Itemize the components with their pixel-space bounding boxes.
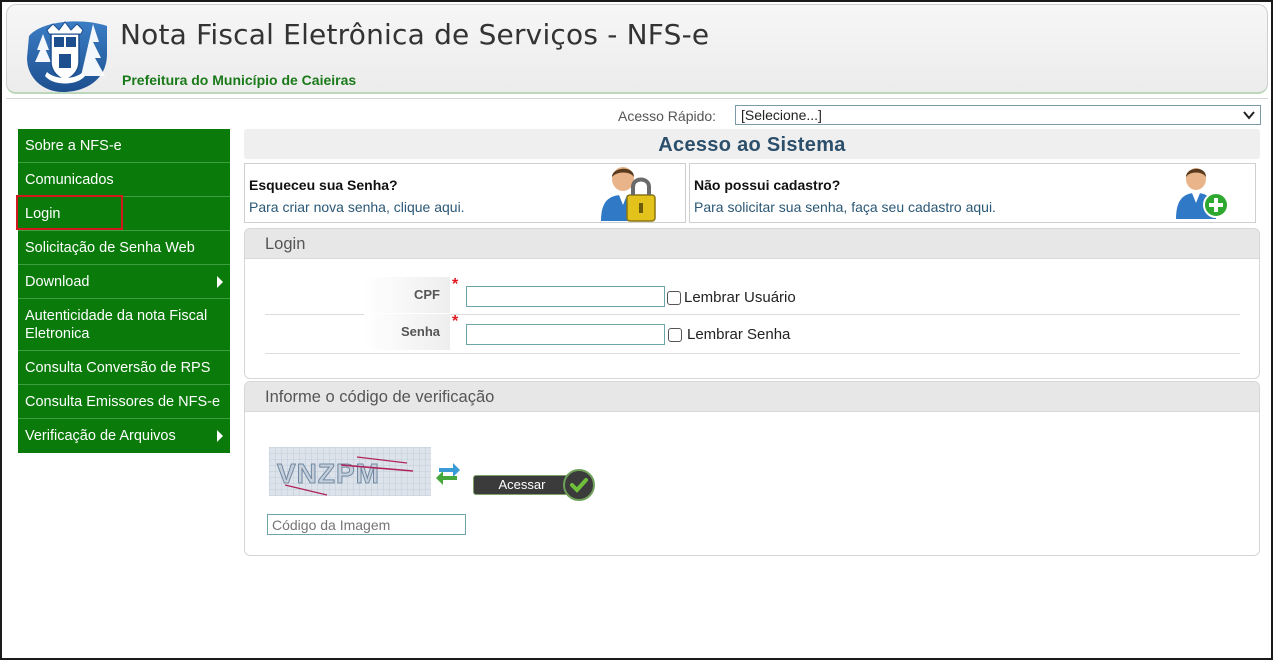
sidebar-item-label: Autenticidade da nota Fiscal Eletronica	[25, 307, 208, 342]
sidebar-item-label: Verificação de Arquivos	[25, 428, 176, 444]
sidebar-item-comunicados[interactable]: Comunicados	[18, 163, 230, 197]
password-input[interactable]	[466, 324, 665, 345]
cpf-required-mark: *	[452, 276, 459, 293]
sidebar-item-emissores[interactable]: Consulta Emissores de NFS-e	[18, 385, 230, 419]
acessar-button-label: Acessar	[473, 475, 577, 495]
forgot-password-link[interactable]: Para criar nova senha, clique aqui.	[249, 199, 465, 215]
city-crest-logo[interactable]	[23, 14, 111, 94]
register-link[interactable]: Para solicitar sua senha, faça seu cadas…	[694, 199, 996, 215]
sidebar-item-verificacao-arquivos[interactable]: Verificação de Arquivos	[18, 419, 230, 453]
sidebar-item-label: Comunicados	[25, 171, 114, 188]
captcha-text: VNZPM	[277, 458, 380, 489]
acessar-button[interactable]: Acessar	[473, 469, 595, 501]
check-icon	[563, 469, 595, 501]
sidebar-item-autenticidade[interactable]: Autenticidade da nota Fiscal Eletronica	[18, 299, 230, 351]
chevron-down-icon	[1243, 111, 1255, 120]
sidebar-item-label: Download	[25, 273, 90, 290]
page-title: Acesso ao Sistema	[658, 134, 846, 156]
sidebar-item-login[interactable]: Login	[18, 197, 230, 231]
submenu-arrow-icon	[217, 430, 223, 442]
quick-access-select[interactable]: [Selecione...]	[735, 105, 1261, 125]
forgot-password-box[interactable]: Esqueceu sua Senha? Para criar nova senh…	[244, 163, 686, 223]
sidebar-item-label: Solicitação de Senha Web	[25, 239, 195, 256]
cpf-input[interactable]	[466, 286, 665, 307]
sidebar-item-conversao-rps[interactable]: Consulta Conversão de RPS	[18, 351, 230, 385]
sidebar-item-download[interactable]: Download	[18, 265, 230, 299]
main-title-bar: Acesso ao Sistema	[244, 129, 1260, 159]
register-title: Não possui cadastro?	[694, 177, 841, 193]
captcha-image: VNZPM	[269, 447, 431, 496]
submenu-arrow-icon	[217, 275, 223, 288]
sidebar-item-label: Consulta Conversão de RPS	[25, 359, 211, 376]
quick-access-label: Acesso Rápido:	[618, 108, 717, 124]
sidebar-item-sobre[interactable]: Sobre a NFS-e	[18, 129, 230, 163]
remember-password-label: Lembrar Senha	[687, 326, 791, 343]
password-required-mark: *	[452, 313, 459, 330]
refresh-captcha-icon[interactable]	[435, 458, 461, 486]
municipality-subtitle: Prefeitura do Município de Caieiras	[122, 72, 357, 88]
register-box[interactable]: Não possui cadastro? Para solicitar sua …	[689, 163, 1256, 223]
quick-access-selected: [Selecione...]	[741, 107, 822, 123]
user-add-icon	[1176, 168, 1229, 219]
field-divider	[265, 353, 1240, 354]
user-lock-icon	[601, 167, 656, 222]
sidebar-item-label: Login	[25, 205, 61, 222]
forgot-password-title: Esqueceu sua Senha?	[249, 177, 398, 193]
sidebar-item-solicitacao-senha[interactable]: Solicitação de Senha Web	[18, 231, 230, 265]
sidebar-item-label: Sobre a NFS-e	[25, 137, 122, 154]
site-header: Nota Fiscal Eletrônica de Serviços - NFS…	[6, 4, 1268, 94]
verification-panel-heading: Informe o código de verificação	[245, 382, 1259, 412]
remember-password-checkbox[interactable]	[668, 328, 682, 342]
app-title: Nota Fiscal Eletrônica de Serviços - NFS…	[120, 18, 710, 51]
captcha-code-input[interactable]	[267, 514, 466, 535]
remember-user-label: Lembrar Usuário	[684, 289, 796, 306]
cpf-label: CPF	[364, 277, 450, 313]
sidebar-item-label: Consulta Emissores de NFS-e	[25, 393, 221, 410]
login-panel-heading: Login	[245, 229, 1259, 259]
remember-user-checkbox[interactable]	[667, 291, 681, 305]
sidebar-menu: Sobre a NFS-e Comunicados Login Solicita…	[18, 129, 230, 453]
password-label: Senha	[364, 314, 450, 350]
